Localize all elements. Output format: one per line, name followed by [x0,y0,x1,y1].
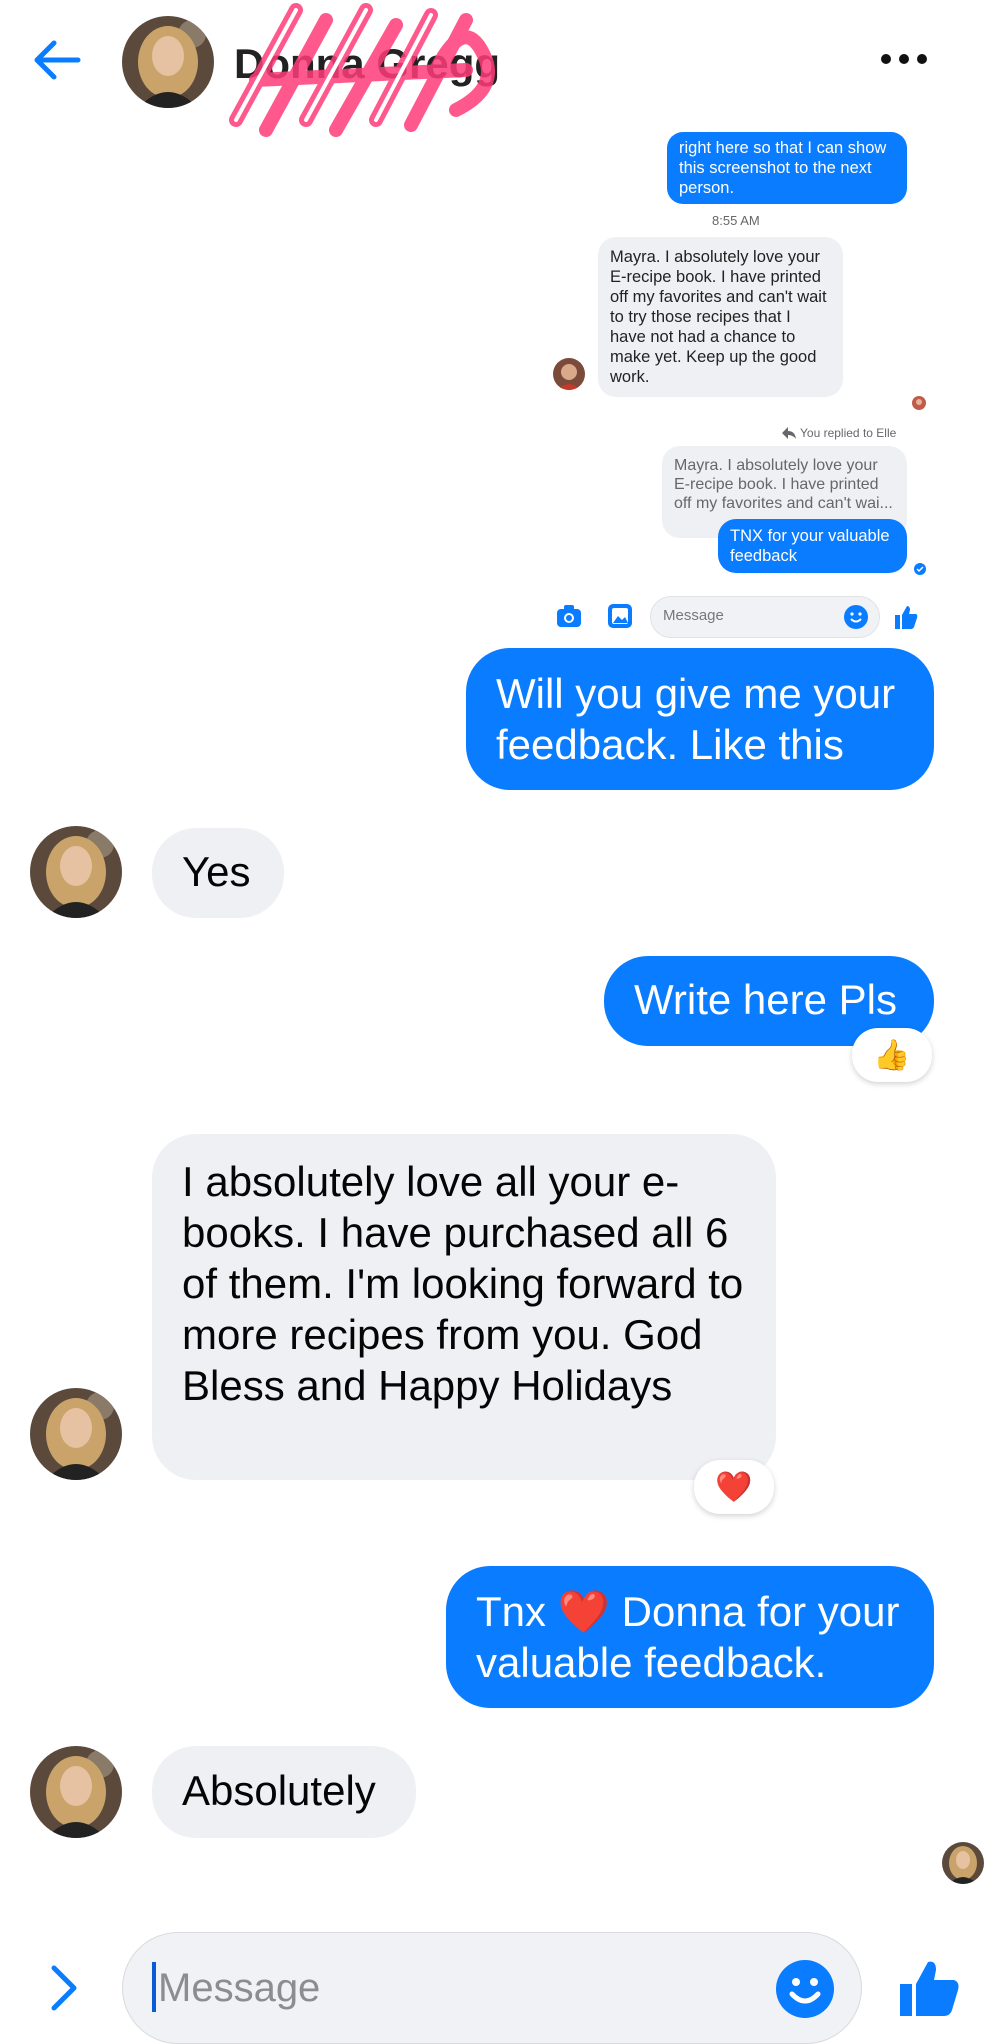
thumbs-up-reaction-icon: 👍 [873,1038,911,1072]
message-reaction[interactable]: 👍 [852,1028,932,1082]
emoji-button[interactable] [776,1960,834,2018]
embedded-reply-message: TNX for your valuable feedback [718,519,907,573]
delivered-check-icon [914,563,926,575]
embedded-replied-label: You replied to Elle [782,426,896,440]
embedded-prev-message: right here so that I can show this scree… [667,132,907,204]
contact-name[interactable]: Donna Gregg [234,40,500,88]
chevron-right-icon [51,1965,77,2011]
message-bubble-incoming[interactable]: Yes [152,828,284,918]
reply-arrow-icon [782,427,796,439]
back-button[interactable] [28,30,88,90]
message-bubble-outgoing[interactable]: Will you give me your feedback. Like thi… [466,648,934,790]
embedded-emoji-icon [844,605,868,629]
embedded-reviewer-avatar [553,358,585,390]
embedded-camera-icon [557,605,581,627]
avatar-photo [122,16,214,108]
expand-actions-button[interactable] [44,1960,84,2016]
more-options-button[interactable] [876,44,932,74]
contact-avatar[interactable] [122,16,214,108]
embedded-timestamp: 8:55 AM [712,213,760,228]
embedded-seen-avatar [912,396,926,410]
arrow-left-icon [34,40,81,80]
embedded-review-message: Mayra. I absolutely love your E-recipe b… [598,237,843,397]
sender-avatar[interactable] [30,1746,122,1838]
embedded-gallery-icon [608,604,632,628]
message-reaction[interactable]: ❤️ [694,1460,774,1514]
more-horizontal-icon [881,54,927,64]
message-bubble-incoming[interactable]: Absolutely [152,1746,416,1838]
message-bubble-incoming[interactable]: I absolutely love all your e-books. I ha… [152,1134,776,1480]
sender-avatar[interactable] [30,1388,122,1480]
message-input-placeholder: Message [158,1966,321,2010]
message-bubble-outgoing[interactable]: Tnx ❤️ Donna for your valuable feedback. [446,1566,934,1708]
like-send-button[interactable] [898,1958,962,2018]
seen-receipt-avatar [942,1842,984,1884]
text-caret [152,1962,156,2012]
sender-avatar[interactable] [30,826,122,918]
smiley-icon [776,1960,834,2018]
embedded-like-icon [895,606,918,629]
thumbs-up-icon [900,1961,959,2016]
heart-reaction-icon: ❤️ [715,1470,753,1504]
